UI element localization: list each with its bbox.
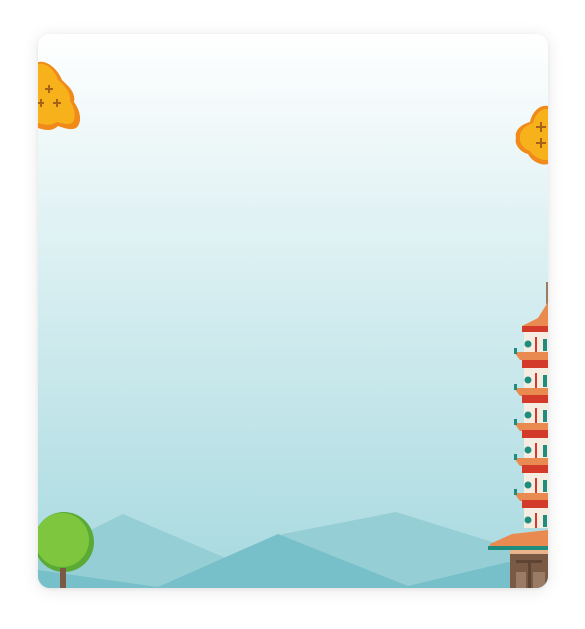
pagoda-gate: [510, 554, 548, 588]
sky-background: [38, 34, 548, 588]
illustration: [38, 34, 548, 588]
scene-card: [38, 34, 548, 588]
pagoda-tier: [522, 500, 548, 528]
